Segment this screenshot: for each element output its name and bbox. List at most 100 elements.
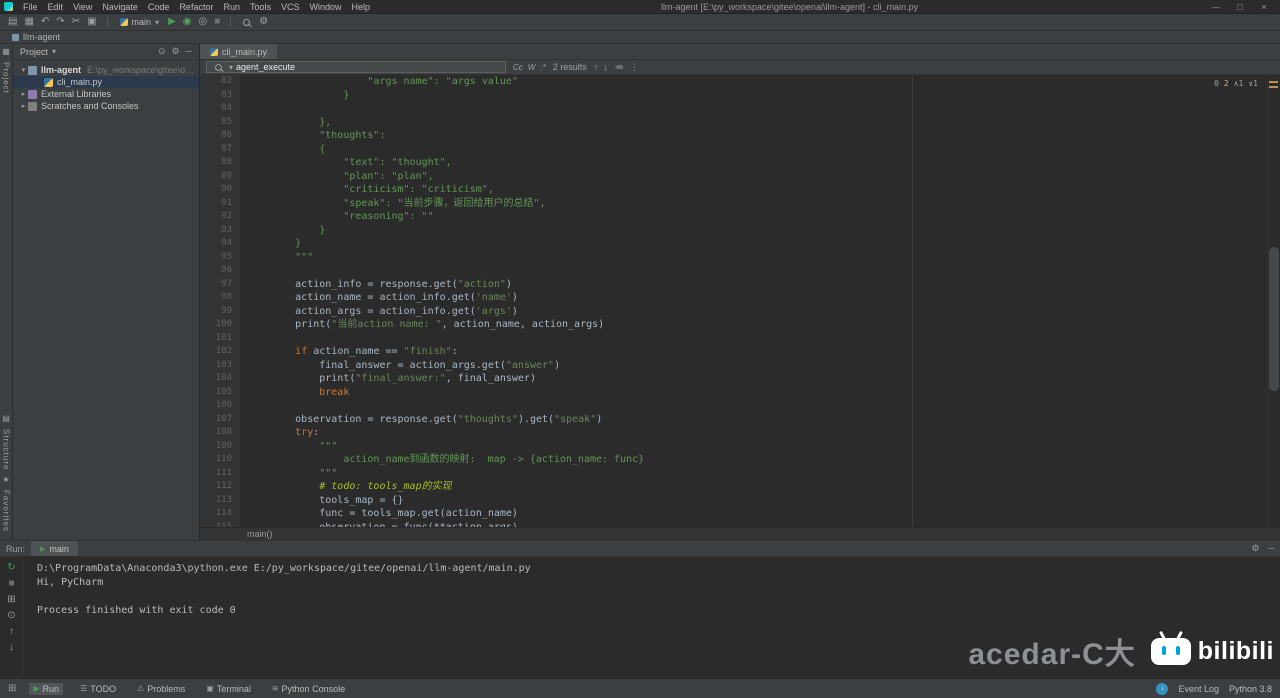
settings-icon[interactable]: ⚙ xyxy=(257,17,270,27)
scope-breadcrumb[interactable]: main() xyxy=(247,529,273,539)
undo-icon[interactable]: ↶ xyxy=(39,17,51,27)
tool-window-switcher-icon[interactable]: ⊞ xyxy=(8,683,16,694)
stop-icon[interactable]: ■ xyxy=(8,578,14,589)
code-line[interactable]: 99 action_args = action_info.get('args') xyxy=(200,304,1267,318)
editor-tab-cli-main[interactable]: cli_main.py xyxy=(200,44,278,59)
code-line[interactable]: 94 } xyxy=(200,237,1267,251)
menu-tools[interactable]: Tools xyxy=(245,2,276,12)
menu-navigate[interactable]: Navigate xyxy=(97,2,143,12)
run-tab-main[interactable]: ▶ main xyxy=(31,541,78,556)
code-line[interactable]: 100 print("当前action name: ", action_name… xyxy=(200,318,1267,332)
code-line[interactable]: 101 xyxy=(200,331,1267,345)
tool-button-favorites[interactable]: Favorites xyxy=(2,490,11,532)
code-line[interactable]: 90 "criticism": "criticism", xyxy=(200,183,1267,197)
status-item-python-interpreter[interactable]: Python 3.8 xyxy=(1229,684,1272,694)
maximize-button[interactable]: □ xyxy=(1228,2,1252,12)
scroll-down-icon[interactable]: ↓ xyxy=(9,642,14,653)
code-line[interactable]: 102 if action_name == "finish": xyxy=(200,345,1267,359)
redo-icon[interactable]: ↷ xyxy=(54,17,66,27)
breadcrumb[interactable]: llm-agent xyxy=(23,32,60,42)
pin-icon[interactable]: ⊙ xyxy=(7,610,15,621)
next-occurrence-icon[interactable]: ↓ xyxy=(603,62,608,72)
warning-stripe-mark[interactable] xyxy=(1269,86,1278,88)
code-line[interactable]: 113 tools_map = {} xyxy=(200,493,1267,507)
tree-item-scratches-and-consoles[interactable]: ▸ Scratches and Consoles xyxy=(13,100,199,112)
code-line[interactable]: 95 """ xyxy=(200,250,1267,264)
chevron-down-icon[interactable]: ▾ xyxy=(52,47,56,56)
coverage-button[interactable]: ◎ xyxy=(197,17,210,27)
save-all-icon[interactable]: ▦ xyxy=(22,17,35,27)
code-line[interactable]: 108 try: xyxy=(200,426,1267,440)
close-button[interactable]: × xyxy=(1252,2,1276,12)
code-line[interactable]: 107 observation = response.get("thoughts… xyxy=(200,412,1267,426)
words-toggle[interactable]: W xyxy=(528,63,536,72)
debug-button[interactable]: ◉ xyxy=(181,17,194,27)
restore-layout-icon[interactable]: ⊞ xyxy=(7,594,15,605)
code-line[interactable]: 85 }, xyxy=(200,115,1267,129)
search-history-chevron-icon[interactable]: ▾ xyxy=(229,63,233,72)
code-line[interactable]: 98 action_name = action_info.get('name') xyxy=(200,291,1267,305)
tool-button-structure[interactable]: Structure xyxy=(2,429,11,470)
prev-problem-icon[interactable]: ∧1 xyxy=(1234,77,1244,91)
warning-stripe-mark[interactable] xyxy=(1269,81,1278,83)
menu-code[interactable]: Code xyxy=(143,2,175,12)
code-line[interactable]: 115 observation = func(**action_args) xyxy=(200,520,1267,527)
code-line[interactable]: 88 "text": "thought", xyxy=(200,156,1267,170)
menu-edit[interactable]: Edit xyxy=(43,2,69,12)
status-item-event-log[interactable]: Event Log xyxy=(1178,684,1219,694)
status-item-terminal[interactable]: ▣ Terminal xyxy=(202,683,255,695)
copy-icon[interactable]: ▣ xyxy=(85,17,98,27)
code-line[interactable]: 114 func = tools_map.get(action_name) xyxy=(200,507,1267,521)
menu-file[interactable]: File xyxy=(18,2,43,12)
code-line[interactable]: 97 action_info = response.get("action") xyxy=(200,277,1267,291)
code-line[interactable]: 111 """ xyxy=(200,466,1267,480)
minimize-button[interactable]: — xyxy=(1204,2,1228,12)
hide-icon[interactable]: ─ xyxy=(1268,543,1274,554)
code-line[interactable]: 110 action_name到函数的映射: map -> {action_na… xyxy=(200,453,1267,467)
next-problem-icon[interactable]: ∨1 xyxy=(1248,77,1258,91)
tree-item-external-libraries[interactable]: ▸ External Libraries xyxy=(13,88,199,100)
cut-icon[interactable]: ✂ xyxy=(70,17,82,27)
code-line[interactable]: 104 print("final_answer:", final_answer) xyxy=(200,372,1267,386)
tree-item-cli-main-py[interactable]: cli_main.py xyxy=(13,76,199,88)
code-line[interactable]: 87 { xyxy=(200,142,1267,156)
match-case-toggle[interactable]: Cc xyxy=(513,63,523,72)
menu-view[interactable]: View xyxy=(68,2,97,12)
run-button[interactable]: ▶ xyxy=(166,17,178,27)
run-configuration-selector[interactable]: main ▾ xyxy=(116,17,164,27)
tool-button-project[interactable]: Project xyxy=(2,62,11,94)
stop-button[interactable]: ■ xyxy=(212,17,222,27)
settings-icon[interactable]: ⚙ xyxy=(1252,543,1260,554)
filter-icon[interactable]: ≔ xyxy=(615,62,624,73)
code-line[interactable]: 89 "plan": "plan", xyxy=(200,169,1267,183)
status-item-run[interactable]: ▶ Run xyxy=(29,682,64,695)
project-panel-title[interactable]: Project xyxy=(20,47,48,57)
search-field[interactable]: ▾ xyxy=(206,61,506,73)
code-line[interactable]: 96 xyxy=(200,264,1267,278)
code-line[interactable]: 84 xyxy=(200,102,1267,116)
status-item-python-console[interactable]: ≋ Python Console xyxy=(268,683,349,695)
open-icon[interactable]: ▤ xyxy=(6,17,19,27)
code-line[interactable]: 109 """ xyxy=(200,439,1267,453)
code-line[interactable]: 93 } xyxy=(200,223,1267,237)
menu-vcs[interactable]: VCS xyxy=(276,2,305,12)
scroll-up-icon[interactable]: ↑ xyxy=(9,626,14,637)
hide-icon[interactable]: ─ xyxy=(186,46,192,57)
status-item-todo[interactable]: ☰ TODO xyxy=(76,683,120,695)
locate-icon[interactable]: ⊙ xyxy=(158,46,166,57)
code-editor[interactable]: 82 "args name": "args value" 83 } 84 85 }, 8… xyxy=(200,75,1280,527)
regex-toggle[interactable]: .* xyxy=(540,63,545,72)
code-line[interactable]: 83 } xyxy=(200,88,1267,102)
code-line[interactable]: 91 "speak": "当前步骤，返回给用户的总结", xyxy=(200,196,1267,210)
editor-scrollbar[interactable] xyxy=(1267,75,1280,527)
menu-refactor[interactable]: Refactor xyxy=(174,2,218,12)
code-line[interactable]: 103 final_answer = action_args.get("answ… xyxy=(200,358,1267,372)
menu-window[interactable]: Window xyxy=(305,2,347,12)
status-item-problems[interactable]: ⚠ Problems xyxy=(133,683,189,695)
update-badge-icon[interactable]: ↓ xyxy=(1156,682,1169,695)
menu-help[interactable]: Help xyxy=(347,2,376,12)
code-line[interactable]: 92 "reasoning": "" xyxy=(200,210,1267,224)
inspections-widget[interactable]: 0 2 ∧1 ∨1 xyxy=(1210,77,1262,91)
search-everywhere-icon[interactable] xyxy=(243,18,251,26)
code-line[interactable]: 106 xyxy=(200,399,1267,413)
